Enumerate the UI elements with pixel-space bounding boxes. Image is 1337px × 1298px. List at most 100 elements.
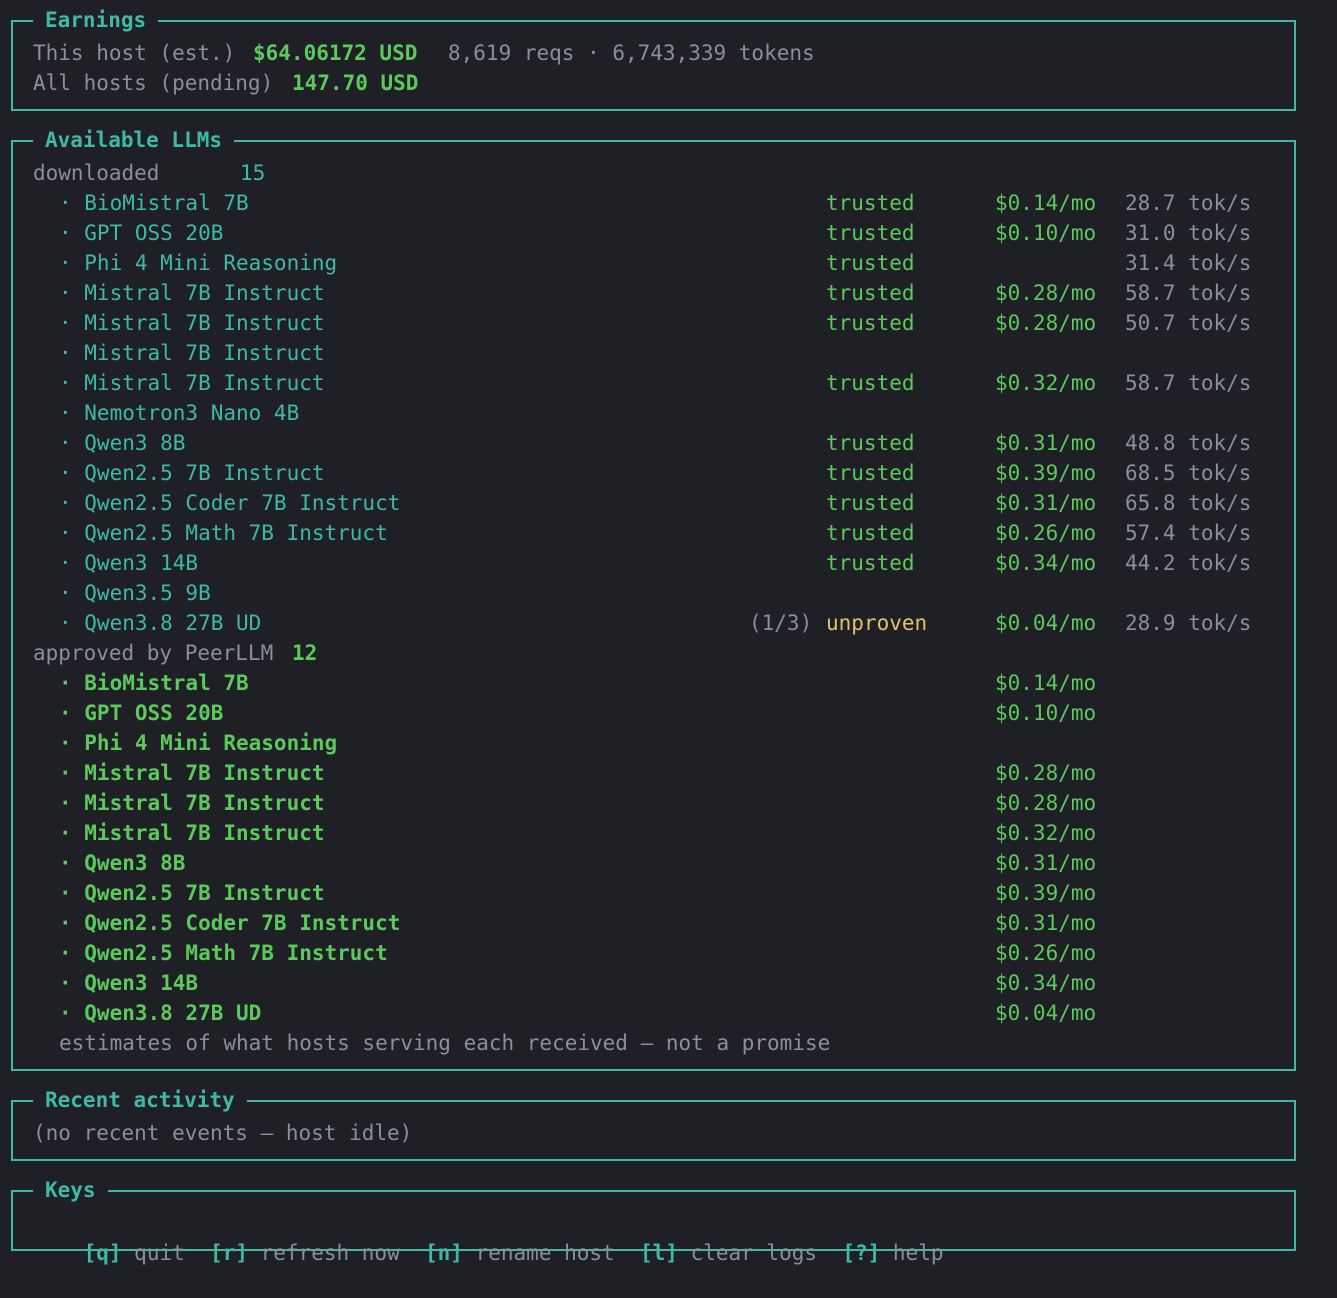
approved-model-price: $0.14/mo: [995, 671, 1097, 695]
activity-title: Recent activity: [33, 1087, 247, 1113]
downloaded-model-row: · Mistral 7B Instruct trusted $0.28/mo 50.7…: [13, 308, 1294, 338]
key-clear-logs[interactable]: [l] clear logs: [640, 1241, 817, 1265]
all-hosts-row: All hosts (pending) 147.70 USD: [13, 68, 1294, 98]
approved-model-row: · Qwen3.8 27B UD $0.04/mo: [13, 998, 1294, 1028]
model-name: · Qwen2.5 Math 7B Instruct: [59, 521, 388, 545]
model-speed: 57.4 tok/s: [1125, 521, 1252, 545]
approved-model-price: $0.32/mo: [995, 821, 1097, 845]
model-price: $0.32/mo: [995, 371, 1097, 395]
key-refresh[interactable]: [r] refresh now: [210, 1241, 400, 1265]
downloaded-model-row: · Qwen3 8B trusted $0.31/mo 48.8 tok/s: [13, 428, 1294, 458]
approved-model-row: · GPT OSS 20B $0.10/mo: [13, 698, 1294, 728]
key-help-key: [?]: [842, 1241, 881, 1265]
keys-row: [q] quit [r] refresh now [n] rename host…: [13, 1208, 1294, 1265]
model-status: trusted: [826, 371, 915, 395]
model-price: $0.28/mo: [995, 311, 1097, 335]
downloaded-header: downloaded 15: [13, 158, 1294, 188]
model-speed: 58.7 tok/s: [1125, 371, 1252, 395]
model-price: $0.14/mo: [995, 191, 1097, 215]
key-quit-key: [q]: [83, 1241, 122, 1265]
approved-model-row: · Mistral 7B Instruct $0.28/mo: [13, 788, 1294, 818]
model-speed: 31.4 tok/s: [1125, 251, 1252, 275]
approved-count: 12: [292, 641, 318, 665]
downloaded-model-row: · Qwen2.5 7B Instruct trusted $0.39/mo 68.5…: [13, 458, 1294, 488]
downloaded-model-row: · Mistral 7B Instruct trusted $0.28/mo 58.7…: [13, 278, 1294, 308]
downloaded-list: · BioMistral 7B trusted $0.14/mo 28.7 tok/s…: [13, 188, 1294, 638]
approved-model-row: · Qwen2.5 7B Instruct $0.39/mo: [13, 878, 1294, 908]
downloaded-model-row: · Qwen2.5 Coder 7B Instruct trusted $0.31/…: [13, 488, 1294, 518]
this-host-stats: 8,619 reqs · 6,743,339 tokens: [448, 41, 815, 65]
model-status: trusted: [826, 251, 915, 275]
model-name: · Qwen2.5 Coder 7B Instruct: [59, 491, 401, 515]
key-quit[interactable]: [q] quit: [84, 1241, 185, 1265]
model-price: $0.26/mo: [995, 521, 1097, 545]
model-name: · Qwen3.8 27B UD: [59, 611, 262, 635]
approved-model-name: · Qwen2.5 Math 7B Instruct: [59, 941, 388, 965]
model-name: · Nemotron3 Nano 4B: [59, 401, 300, 425]
approved-model-row: · Qwen3 8B $0.31/mo: [13, 848, 1294, 878]
activity-row: (no recent events — host idle): [13, 1118, 1294, 1148]
key-refresh-key: [r]: [210, 1241, 248, 1265]
model-speed: 44.2 tok/s: [1125, 551, 1252, 575]
model-name: · GPT OSS 20B: [59, 221, 224, 245]
model-status: trusted: [826, 431, 915, 455]
model-speed: 28.7 tok/s: [1125, 191, 1252, 215]
key-clear-logs-label: clear logs: [690, 1241, 818, 1265]
key-refresh-label: refresh now: [260, 1241, 400, 1265]
activity-panel: Recent activity (no recent events — host…: [11, 1087, 1296, 1161]
approved-model-row: · Qwen3 14B $0.34/mo: [13, 968, 1294, 998]
model-name: · Phi 4 Mini Reasoning: [59, 251, 338, 275]
model-status: trusted: [826, 311, 915, 335]
model-speed: 58.7 tok/s: [1125, 281, 1252, 305]
key-rename-label: rename host: [475, 1241, 615, 1265]
this-host-row: This host (est.) $64.06172 USD 8,619 req…: [13, 38, 1294, 68]
downloaded-model-row: · GPT OSS 20B trusted $0.10/mo 31.0 tok/s: [13, 218, 1294, 248]
downloaded-model-row: · Qwen3.8 27B UD (1/3) unproven $0.04/mo 28.…: [13, 608, 1294, 638]
downloaded-count: 15: [240, 161, 266, 185]
approved-model-name: · Qwen3.8 27B UD: [59, 1001, 262, 1025]
model-status: trusted: [826, 191, 915, 215]
estimates-footnote: estimates of what hosts serving each rec…: [59, 1031, 831, 1055]
approved-model-price: $0.28/mo: [995, 761, 1097, 785]
all-hosts-amount: 147.70 USD: [292, 71, 419, 95]
model-name: · Qwen2.5 7B Instruct: [59, 461, 325, 485]
key-help-label: help: [892, 1241, 944, 1265]
approved-model-row: · Phi 4 Mini Reasoning: [13, 728, 1294, 758]
model-status: trusted: [826, 521, 915, 545]
approved-model-row: · Qwen2.5 Math 7B Instruct $0.26/mo: [13, 938, 1294, 968]
approved-model-price: $0.31/mo: [995, 851, 1097, 875]
llms-title: Available LLMs: [33, 127, 235, 153]
model-speed: 28.9 tok/s: [1125, 611, 1252, 635]
approved-model-price: $0.28/mo: [995, 791, 1097, 815]
model-price: $0.31/mo: [995, 431, 1097, 455]
approved-model-name: · BioMistral 7B: [59, 671, 249, 695]
model-status: trusted: [826, 281, 915, 305]
downloaded-model-row: · Nemotron3 Nano 4B: [13, 398, 1294, 428]
all-hosts-label: All hosts (pending): [33, 71, 274, 95]
approved-model-name: · Mistral 7B Instruct: [59, 761, 325, 785]
approved-model-price: $0.31/mo: [995, 911, 1097, 935]
model-status: trusted: [826, 551, 915, 575]
model-price: $0.31/mo: [995, 491, 1097, 515]
model-attempt: (1/3): [749, 611, 813, 635]
downloaded-model-row: · Mistral 7B Instruct trusted $0.32/mo 58.7…: [13, 368, 1294, 398]
key-help[interactable]: [?] help: [842, 1241, 943, 1265]
approved-model-price: $0.26/mo: [995, 941, 1097, 965]
downloaded-model-row: · Qwen3 14B trusted $0.34/mo 44.2 tok/s: [13, 548, 1294, 578]
model-status: trusted: [826, 461, 915, 485]
model-speed: 65.8 tok/s: [1125, 491, 1252, 515]
downloaded-model-row: · Phi 4 Mini Reasoning trusted 31.4 tok/s: [13, 248, 1294, 278]
downloaded-model-row: · Qwen3.5 9B: [13, 578, 1294, 608]
model-status: unproven: [826, 611, 928, 635]
model-name: · Qwen3 8B: [59, 431, 186, 455]
downloaded-model-row: · BioMistral 7B trusted $0.14/mo 28.7 tok/s: [13, 188, 1294, 218]
this-host-amount: $64.06172 USD: [253, 41, 418, 65]
key-rename[interactable]: [n] rename host: [425, 1241, 615, 1265]
approved-model-name: · Mistral 7B Instruct: [59, 821, 325, 845]
model-name: · Mistral 7B Instruct: [59, 311, 325, 335]
approved-model-row: · Mistral 7B Instruct $0.32/mo: [13, 818, 1294, 848]
approved-model-name: · Qwen3 14B: [59, 971, 199, 995]
model-name: · Qwen3.5 9B: [59, 581, 211, 605]
approved-model-price: $0.10/mo: [995, 701, 1097, 725]
key-quit-label: quit: [134, 1241, 185, 1265]
